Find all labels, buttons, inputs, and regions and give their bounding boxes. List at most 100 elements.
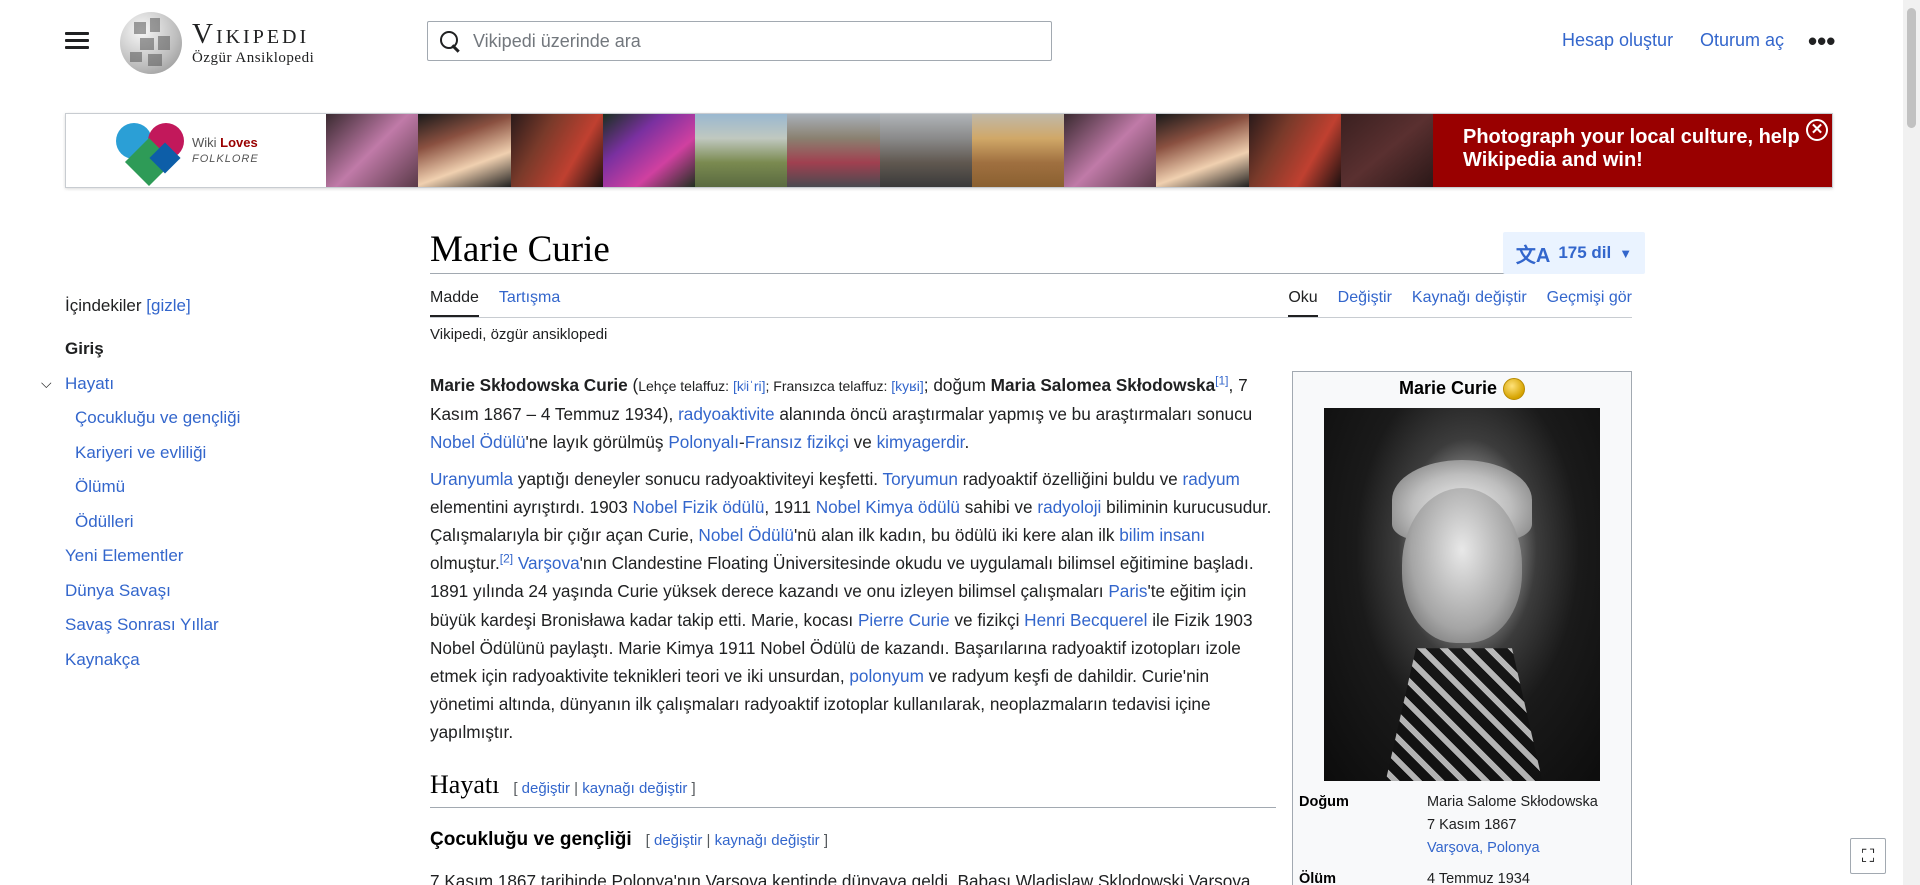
infobox-row-dogum: Doğum Maria Salome Skłodowska 7 Kasım 18… <box>1299 791 1625 860</box>
fullscreen-icon[interactable]: ⛶ <box>1850 838 1886 874</box>
banner-logo-loves: Loves <box>220 134 258 150</box>
section-title: Çocukluğu ve gençliği <box>430 828 632 850</box>
section-title: Hayatı <box>430 769 500 799</box>
intro-paragraph-1: Marie Skłodowska Curie (Lehçe telaffuz: … <box>430 373 1253 453</box>
nobel-fizik-link[interactable]: Nobel Fizik ödülü <box>633 497 765 517</box>
toc-item-label[interactable]: Ölümü <box>75 477 125 497</box>
tab-tartisma[interactable]: Tartışma <box>499 289 560 317</box>
varsova-link[interactable]: Varşova <box>518 553 580 573</box>
site-subtitle: Vikipedi, özgür ansiklopedi <box>430 326 608 343</box>
toc-item-dunya-savasi[interactable]: Dünya Savaşı <box>65 574 395 609</box>
scrollbar[interactable] <box>1903 0 1920 885</box>
toc-item-label[interactable]: Savaş Sonrası Yıllar <box>65 615 219 635</box>
intro-paragraph-2: Uranyumla yaptığı deneyler sonucu radyoa… <box>430 468 1272 743</box>
pierre-curie-link[interactable]: Pierre Curie <box>858 610 950 630</box>
more-options-icon[interactable]: ••• <box>1808 28 1835 54</box>
toc-item-label[interactable]: Kaynakça <box>65 650 140 670</box>
birthplace-link[interactable]: Varşova, Polonya <box>1427 840 1540 856</box>
polonyali-link[interactable]: Polonyalı <box>668 432 739 452</box>
article-main: Marie Curie 文A 175 dil ▼ Madde Tartışma … <box>430 228 1645 885</box>
toc-item-giris[interactable]: Giriş <box>65 332 395 367</box>
infobox: Marie Curie Doğum Maria Salome Skłodowsk… <box>1292 371 1632 885</box>
citation-1[interactable]: [1] <box>1215 373 1228 387</box>
login-link[interactable]: Oturum aç <box>1700 30 1784 51</box>
toc-item-cocuklugu[interactable]: Çocukluğu ve gençliği <box>65 401 395 436</box>
radyoaktivite-link[interactable]: radyoaktivite <box>678 404 775 424</box>
toc-item-kaynakca[interactable]: Kaynakça <box>65 643 395 678</box>
tab-kaynagi-degistir[interactable]: Kaynağı değiştir <box>1412 289 1527 317</box>
fransiz-fizikci-link[interactable]: Fransız fizikçi <box>745 432 849 452</box>
campaign-banner[interactable]: Wiki Loves FOLKLORE Photograph your loca… <box>65 113 1833 188</box>
toc-item-kariyeri[interactable]: Kariyeri ve evliliği <box>65 436 395 471</box>
section-hayati-heading: Hayatı [ değiştir | kaynağı değiştir ] <box>430 769 1276 808</box>
toc-item-label[interactable]: Çocukluğu ve gençliği <box>75 408 240 428</box>
main-menu-button[interactable] <box>62 28 92 54</box>
toc-item-odulleri[interactable]: Ödülleri <box>65 505 395 540</box>
edit-source-link[interactable]: kaynağı değiştir <box>582 780 687 797</box>
toc-item-label[interactable]: Hayatı <box>65 374 114 394</box>
tab-oku[interactable]: Oku <box>1288 289 1318 317</box>
close-icon[interactable]: ✕ <box>1806 119 1828 141</box>
nobel-kimya-link[interactable]: Nobel Kimya ödülü <box>816 497 960 517</box>
article-body: Marie Skłodowska Curie (Lehçe telaffuz: … <box>430 371 1276 885</box>
toc-item-label[interactable]: Dünya Savaşı <box>65 581 171 601</box>
infobox-row-olum: Ölüm 4 Temmuz 1934 <box>1299 868 1625 885</box>
nobel-odulu-link[interactable]: Nobel Ödülü <box>430 432 526 452</box>
citation-2[interactable]: [2] <box>500 551 513 565</box>
chevron-down-icon[interactable]: ⌵ <box>41 375 55 392</box>
paris-link[interactable]: Paris <box>1108 581 1147 601</box>
banner-logo-wiki: Wiki <box>192 134 221 150</box>
radyoloji-link[interactable]: radyoloji <box>1037 497 1101 517</box>
toryumun-link[interactable]: Toryumun <box>883 469 958 489</box>
search-input[interactable] <box>473 30 1051 52</box>
radyum-link[interactable]: radyum <box>1183 469 1240 489</box>
heart-puzzle-icon <box>114 119 186 186</box>
bilim-insani-link[interactable]: bilim insanı <box>1119 525 1205 545</box>
edit-link[interactable]: değiştir <box>654 832 702 849</box>
toc-item-label[interactable]: Ödülleri <box>75 512 134 532</box>
banner-photo-strip <box>326 114 1433 187</box>
language-count: 175 dil <box>1558 243 1612 262</box>
language-button[interactable]: 文A 175 dil ▼ <box>1503 232 1645 274</box>
toc-header: İçindekiler [gizle] <box>65 296 395 316</box>
toc-item-label: Giriş <box>65 339 104 359</box>
nobel-medal-icon[interactable] <box>1503 378 1526 401</box>
tab-madde[interactable]: Madde <box>430 289 479 317</box>
infobox-key: Ölüm <box>1299 871 1337 885</box>
henri-becquerel-link[interactable]: Henri Becquerel <box>1024 610 1147 630</box>
page-title: Marie Curie <box>430 229 610 270</box>
kimyagerdir-link[interactable]: kimyagerdir <box>877 432 965 452</box>
chevron-down-icon: ▼ <box>1619 245 1633 261</box>
infobox-title-text: Marie Curie <box>1398 378 1498 398</box>
nobel-odulu-link-2[interactable]: Nobel Ödülü <box>698 525 794 545</box>
ipa-link[interactable]: [kyʁi] <box>891 378 923 394</box>
toc-item-yeni-elementler[interactable]: Yeni Elementler <box>65 539 395 574</box>
polonyum-link[interactable]: polonyum <box>849 666 924 686</box>
wiki-loves-folklore-logo: Wiki Loves FOLKLORE <box>66 114 326 187</box>
portrait-image[interactable] <box>1324 408 1600 782</box>
search-box[interactable] <box>427 21 1052 61</box>
ipa-link[interactable]: [kʲiˈri] <box>733 378 766 394</box>
tab-degistir[interactable]: Değiştir <box>1338 289 1392 317</box>
infobox-key: Doğum <box>1299 794 1349 811</box>
globe-icon <box>120 12 182 74</box>
edit-link[interactable]: değiştir <box>522 780 570 797</box>
toc-item-hayati[interactable]: ⌵ Hayatı <box>41 367 395 402</box>
toc-hide-toggle[interactable]: [gizle] <box>146 296 190 315</box>
toc-item-savas-sonrasi[interactable]: Savaş Sonrası Yıllar <box>65 608 395 643</box>
edit-source-link[interactable]: kaynağı değiştir <box>715 832 820 849</box>
uranyumla-link[interactable]: Uranyumla <box>430 469 513 489</box>
banner-cta-text[interactable]: Photograph your local culture, help Wiki… <box>1463 126 1800 171</box>
tab-gecmisi-gor[interactable]: Geçmişi gör <box>1547 289 1632 317</box>
create-account-link[interactable]: Hesap oluştur <box>1562 30 1673 51</box>
infobox-value: 4 Temmuz 1934 <box>1427 871 1530 885</box>
wikipedia-logo[interactable]: Vikipedi Özgür Ansiklopedi <box>120 12 314 74</box>
toc-item-label[interactable]: Yeni Elementler <box>65 546 183 566</box>
toc-item-olumu[interactable]: Ölümü <box>65 470 395 505</box>
section-paragraph: 7 Kasım 1867 tarihinde Polonya'nın Varşo… <box>430 871 1251 885</box>
infobox-title: Marie Curie <box>1299 378 1625 401</box>
translate-icon: 文A <box>1515 244 1551 267</box>
site-tagline: Özgür Ansiklopedi <box>192 50 315 66</box>
toc-title: İçindekiler <box>65 296 142 315</box>
toc-item-label[interactable]: Kariyeri ve evliliği <box>75 443 206 463</box>
